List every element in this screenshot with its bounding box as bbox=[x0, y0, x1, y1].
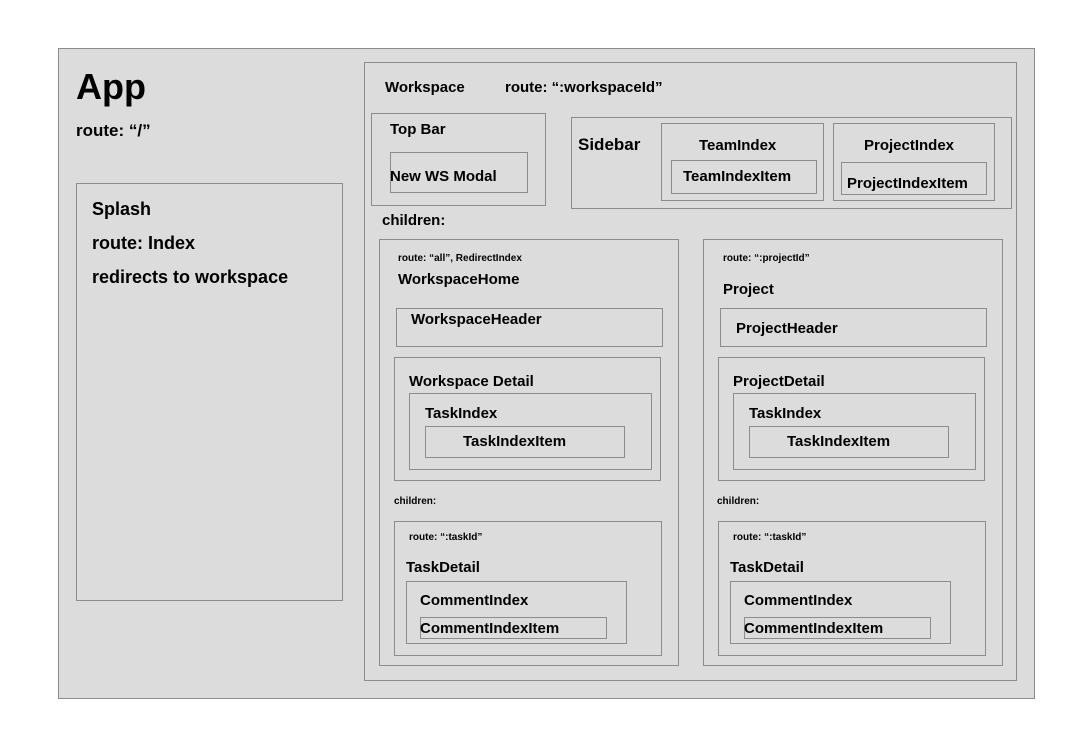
top-bar-title: Top Bar bbox=[390, 121, 446, 138]
project-header-label: ProjectHeader bbox=[736, 320, 838, 337]
task-index-item-label: TaskIndexItem bbox=[463, 433, 567, 450]
workspace-children-label: children: bbox=[382, 212, 446, 229]
comment-index-label: CommentIndex bbox=[420, 592, 529, 609]
workspace-home-route: route: “all”, RedirectIndex bbox=[398, 253, 522, 264]
splash-note: redirects to workspace bbox=[92, 267, 289, 287]
project-task-index-item-label: TaskIndexItem bbox=[787, 433, 891, 450]
project-index-label: ProjectIndex bbox=[864, 137, 955, 154]
app-title: App bbox=[76, 66, 146, 107]
team-index-label: TeamIndex bbox=[699, 137, 777, 154]
workspace-route: route: “:workspaceId” bbox=[505, 79, 663, 96]
project-comment-index-item-label: CommentIndexItem bbox=[744, 620, 884, 637]
splash-route: route: Index bbox=[92, 233, 196, 253]
sidebar-title: Sidebar bbox=[578, 135, 641, 154]
project-task-index-label: TaskIndex bbox=[749, 405, 822, 422]
project-task-detail-title: TaskDetail bbox=[730, 559, 804, 576]
project-children-label: children: bbox=[717, 496, 760, 507]
workspace-title: Workspace bbox=[385, 79, 465, 96]
workspace-detail-label: Workspace Detail bbox=[409, 373, 534, 390]
project-title: Project bbox=[723, 281, 774, 298]
task-detail-title: TaskDetail bbox=[406, 559, 480, 576]
project-index-item-label: ProjectIndexItem bbox=[847, 175, 968, 192]
splash-title: Splash bbox=[92, 199, 152, 219]
task-index-label: TaskIndex bbox=[425, 405, 498, 422]
project-task-detail-route: route: “:taskId” bbox=[733, 532, 807, 543]
new-ws-modal-label: New WS Modal bbox=[390, 168, 497, 185]
workspace-home-children-label: children: bbox=[394, 496, 437, 507]
app-route: route: “/” bbox=[76, 121, 151, 140]
workspace-header-label: WorkspaceHeader bbox=[411, 311, 542, 328]
project-detail-label: ProjectDetail bbox=[733, 373, 825, 390]
task-detail-route: route: “:taskId” bbox=[409, 532, 483, 543]
team-index-item-label: TeamIndexItem bbox=[683, 168, 792, 185]
project-comment-index-label: CommentIndex bbox=[744, 592, 853, 609]
project-route: route: “:projectId” bbox=[723, 253, 810, 264]
workspace-home-title: WorkspaceHome bbox=[398, 271, 520, 288]
comment-index-item-label: CommentIndexItem bbox=[420, 620, 560, 637]
